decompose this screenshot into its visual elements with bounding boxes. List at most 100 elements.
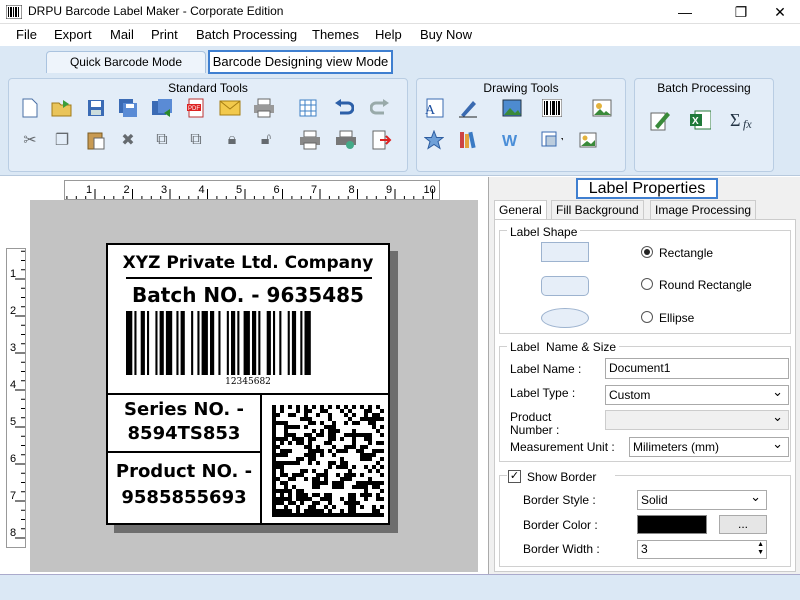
border-color-swatch[interactable] [637,515,707,534]
datamatrix-module [304,417,308,421]
copy-icon[interactable]: ❐ [51,129,73,151]
product-number-dropdown[interactable] [605,409,789,430]
menu-help[interactable]: Help [375,27,402,42]
star-shape-icon[interactable] [423,129,445,151]
border-width-spinner[interactable]: 3 ▲ ▼ [637,540,767,559]
minimize-button[interactable]: — [662,0,708,24]
send-back-icon[interactable]: ⧉ [185,129,207,151]
paste-icon[interactable] [85,129,107,151]
label-name-input[interactable]: Document1 [605,358,789,379]
vertical-ruler: 1 2 3 4 5 6 7 8 [6,248,26,548]
barcode-label[interactable]: XYZ Private Ltd. Company Batch NO. - 963… [106,243,390,525]
datamatrix-module [328,461,332,465]
lock-icon[interactable]: 🔒︎ [221,129,243,151]
tab-designing-view-mode[interactable]: Barcode Designing view Mode [208,50,393,74]
datamatrix-module [304,405,308,409]
measurement-unit-dropdown[interactable]: Milimeters (mm) [629,436,789,457]
undo-icon[interactable] [333,97,355,119]
word-art-icon[interactable]: W [501,129,523,151]
menu-themes[interactable]: Themes [312,27,359,42]
open-icon[interactable] [51,97,73,119]
cut-icon[interactable]: ✂ [19,129,41,151]
text-tool-icon[interactable]: A [423,97,445,119]
border-width-value: 3 [641,542,648,556]
border-color-picker-button[interactable]: ... [719,515,767,534]
unlock-icon[interactable]: 🔓︎ [255,129,277,151]
save-all-icon[interactable] [151,97,173,119]
label-product-line1[interactable]: Product NO. - [108,461,260,482]
tab-general[interactable]: General [494,200,547,221]
ellipse-radio[interactable] [641,311,653,323]
datamatrix-module [316,445,320,449]
show-border-checkbox[interactable]: ✓ [508,470,521,483]
ruler-label: 9 [386,184,392,196]
excel-import-icon[interactable]: X [689,109,711,131]
barcode-bar [243,311,250,375]
library-icon[interactable] [457,129,479,151]
label-shape-heading: Label Shape [507,225,581,239]
datamatrix-module [280,497,284,501]
datamatrix-module [340,481,344,485]
export-pdf-icon[interactable]: PDF [185,97,207,119]
image-dropdown-icon[interactable] [579,129,601,151]
pen-tool-icon[interactable] [457,97,479,119]
datamatrix-module [280,453,284,457]
datamatrix-module [328,413,332,417]
bring-front-icon[interactable]: ⧉ [151,129,173,151]
save-as-icon[interactable] [117,97,139,119]
tab-quick-barcode-mode[interactable]: Quick Barcode Mode [46,51,206,73]
redo-icon[interactable] [369,97,391,119]
delete-icon[interactable]: ✖ [117,129,139,151]
datamatrix-module [296,489,300,493]
datamatrix-module [280,481,284,485]
menu-print[interactable]: Print [151,27,178,42]
menu-file[interactable]: File [16,27,37,42]
menu-mail[interactable]: Mail [110,27,134,42]
barcode-image[interactable] [126,311,372,375]
tab-image-processing[interactable]: Image Processing [650,200,757,220]
datamatrix-module [272,421,276,425]
border-style-dropdown[interactable]: Solid [637,489,767,510]
label-series-line2[interactable]: 8594TS853 [108,423,260,444]
image-tool-icon[interactable] [501,97,523,119]
batch-edit-icon[interactable] [649,109,671,131]
label-type-dropdown[interactable]: Custom [605,384,789,405]
exit-icon[interactable] [371,129,393,151]
label-product-line2[interactable]: 9585855693 [108,487,260,508]
round-rectangle-radio[interactable] [641,278,653,290]
datamatrix-module [304,433,308,437]
grid-icon[interactable] [297,97,319,119]
spinner-arrows-icon[interactable]: ▲ ▼ [757,541,764,557]
menu-batch-processing[interactable]: Batch Processing [196,27,297,42]
datamatrix-module [300,493,304,497]
datamatrix-module [316,477,320,481]
datamatrix-module [316,513,320,517]
close-button[interactable]: ✕ [760,0,800,24]
datamatrix-module [364,493,368,497]
print-settings-icon[interactable] [335,129,357,151]
datamatrix-module [300,513,304,517]
divider-horizontal-2 [108,451,262,453]
menu-export[interactable]: Export [54,27,92,42]
label-series-line1[interactable]: Series NO. - [108,399,260,420]
datamatrix-module [308,497,312,501]
tab-fill-background[interactable]: Fill Background [551,200,644,220]
new-icon[interactable] [19,97,41,119]
datamatrix-module [308,437,312,441]
email-icon[interactable] [219,97,241,119]
maximize-button[interactable]: ❐ [718,0,764,24]
rectangle-radio[interactable] [641,246,653,258]
label-company-text[interactable]: XYZ Private Ltd. Company [108,253,388,273]
shapes-dropdown-icon[interactable] [541,129,563,151]
print-preview-icon[interactable] [253,97,275,119]
datamatrix-module [376,429,380,433]
menu-buy-now[interactable]: Buy Now [420,27,472,42]
picture-tool-icon[interactable] [591,97,613,119]
label-batch-text[interactable]: Batch NO. - 9635485 [108,283,388,307]
barcode-tool-icon[interactable] [541,97,563,119]
datamatrix-barcode[interactable] [272,405,384,517]
datamatrix-module [368,477,372,481]
print-icon[interactable] [299,129,321,151]
save-icon[interactable] [85,97,107,119]
formula-icon[interactable]: Σfx [729,109,759,131]
